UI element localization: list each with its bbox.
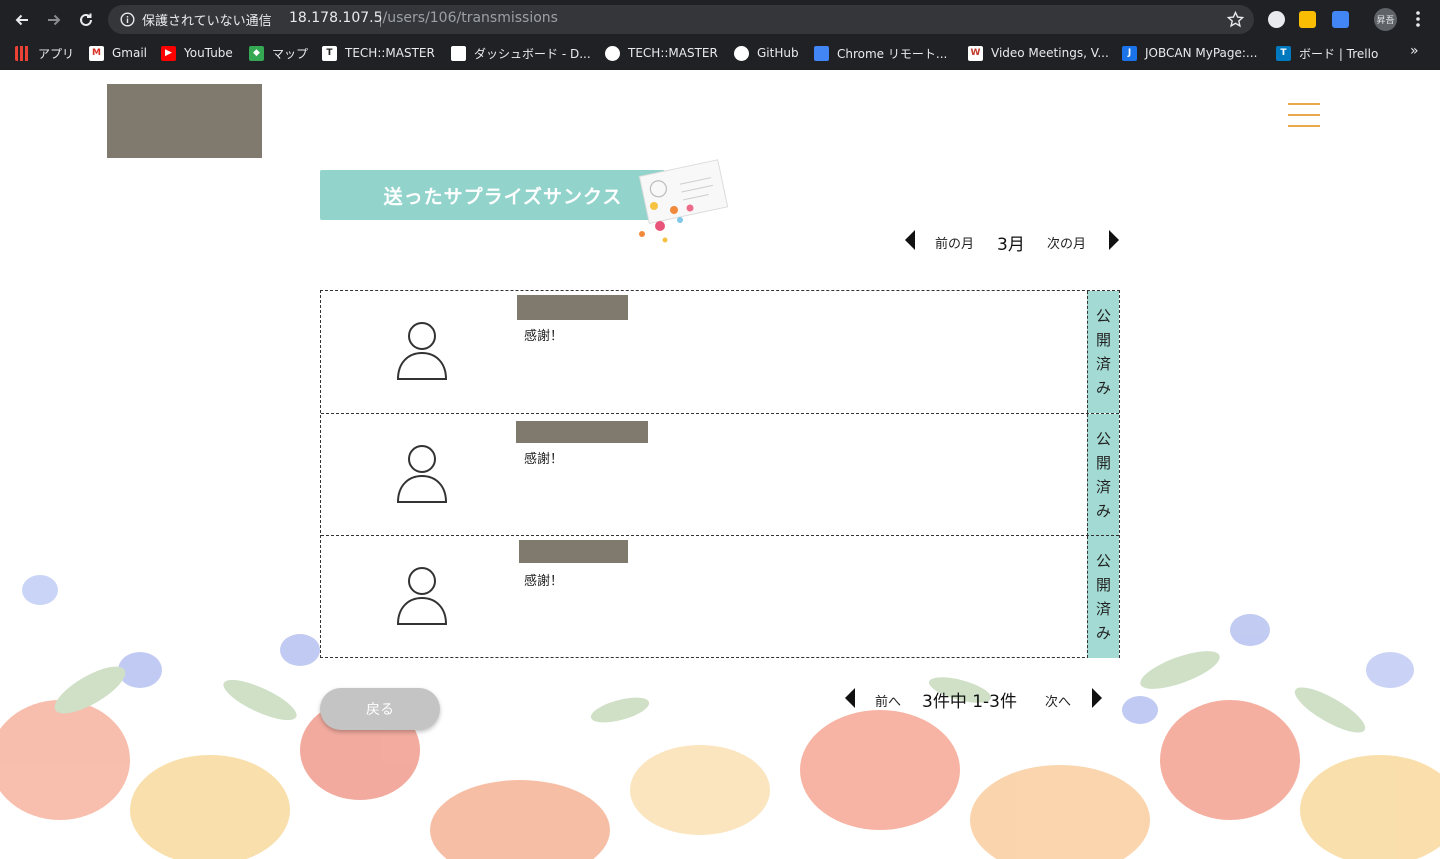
dashboard-icon (451, 45, 466, 61)
bookmark-jobcan[interactable]: J JOBCAN MyPage:... (1122, 42, 1257, 64)
title-banner: 送ったサプライズサンクス (320, 170, 665, 220)
bookmark-video-meetings[interactable]: W Video Meetings, V... (968, 42, 1109, 64)
next-month-arrow-icon[interactable] (1109, 230, 1119, 250)
bookmarks-overflow-button[interactable]: » (1410, 43, 1419, 59)
github-icon (734, 45, 749, 61)
next-page-link[interactable]: 次へ (1045, 691, 1071, 710)
message-text: 感謝！ (524, 574, 564, 589)
chrome-remote-icon (814, 45, 829, 61)
gmail-icon: M (89, 45, 104, 61)
back-arrow-icon[interactable] (9, 7, 35, 33)
extension-icon-1[interactable] (1268, 11, 1285, 28)
page-content: 送ったサプライズサンクス 前の月 3月 次の月 感謝！ 公 開 済 み 感謝！ … (0, 70, 1440, 859)
bookmark-trello[interactable]: T ボード | Trello (1276, 42, 1378, 64)
reload-icon[interactable] (73, 7, 99, 33)
trello-icon: T (1276, 45, 1291, 61)
prev-month-arrow-icon[interactable] (905, 230, 915, 250)
bookmarks-bar: アプリ M Gmail ▶ YouTube ◆ マップ T TECH::MASTER ダ… (0, 42, 1440, 64)
status-badge: 公 開 済 み (1087, 536, 1119, 658)
more-menu-icon[interactable] (1408, 8, 1428, 30)
status-badge: 公 開 済 み (1087, 414, 1119, 536)
site-logo[interactable] (107, 84, 262, 158)
bookmark-maps[interactable]: ◆ マップ (249, 42, 308, 64)
info-icon[interactable] (120, 12, 135, 27)
bookmark-github[interactable]: GitHub (734, 42, 799, 64)
bookmark-star-icon[interactable] (1227, 11, 1244, 28)
jobcan-icon: J (1122, 45, 1137, 61)
extension-icon-3[interactable] (1332, 11, 1349, 28)
list-item[interactable]: 感謝！ 公 開 済 み (321, 413, 1119, 536)
next-page-arrow-icon[interactable] (1092, 688, 1102, 708)
youtube-icon: ▶ (161, 45, 176, 61)
bookmark-youtube[interactable]: ▶ YouTube (161, 42, 233, 64)
url-text[interactable]: 18.178.107.5/users/106/transmissions (289, 10, 558, 26)
whereby-icon: W (968, 45, 983, 61)
address-bar[interactable]: 保護されていない通信 18.178.107.5/users/106/transm… (108, 5, 1254, 34)
url-host: 18.178.107.5 (289, 10, 383, 26)
bookmark-gmail[interactable]: M Gmail (89, 42, 147, 64)
forward-arrow-icon[interactable] (41, 7, 67, 33)
sender-name-redacted (517, 295, 628, 320)
hamburger-menu-icon[interactable] (1288, 103, 1322, 129)
message-text: 感謝！ (524, 329, 564, 344)
current-month: 3月 (997, 235, 1025, 255)
back-button[interactable]: 戻る (320, 688, 440, 730)
sender-name-redacted (516, 421, 648, 443)
page-summary: 3件中 1-3件 (922, 692, 1017, 712)
user-avatar-icon (396, 445, 448, 503)
status-badge: 公 開 済 み (1087, 291, 1119, 413)
user-avatar-icon (396, 567, 448, 625)
bookmark-dashboard[interactable]: ダッシュボード - D... (451, 42, 591, 64)
list-item[interactable]: 感謝！ 公 開 済 み (321, 535, 1119, 658)
envelope-flowers-icon (638, 159, 729, 243)
sender-name-redacted (519, 540, 628, 563)
maps-icon: ◆ (249, 45, 264, 61)
next-month-link[interactable]: 次の月 (1047, 233, 1086, 252)
browser-chrome: 保護されていない通信 18.178.107.5/users/106/transm… (0, 0, 1440, 70)
message-text: 感謝！ (524, 452, 564, 467)
bookmark-apps[interactable]: アプリ (15, 42, 74, 64)
prev-page-arrow-icon[interactable] (845, 688, 855, 708)
techmaster-icon: T (322, 45, 337, 61)
bookmark-techmaster[interactable]: T TECH::MASTER (322, 42, 435, 64)
thanks-list: 感謝！ 公 開 済 み 感謝！ 公 開 済 み 感謝！ 公 開 済 み (320, 290, 1120, 658)
bookmark-techmaster-2[interactable]: TECH::MASTER (605, 42, 718, 64)
globe-icon (605, 45, 620, 61)
list-item[interactable]: 感謝！ 公 開 済 み (321, 291, 1119, 413)
prev-month-link[interactable]: 前の月 (935, 233, 974, 252)
bookmark-chrome-remote[interactable]: Chrome リモート... (814, 42, 947, 64)
extension-icon-2[interactable] (1299, 11, 1316, 28)
prev-page-link[interactable]: 前へ (875, 691, 901, 710)
url-path: /users/106/transmissions (382, 10, 558, 26)
user-avatar-icon (396, 322, 448, 380)
security-status-text: 保護されていない通信 (142, 14, 272, 29)
apps-grid-icon (15, 45, 30, 61)
profile-avatar[interactable]: 昇吾 (1374, 8, 1397, 31)
